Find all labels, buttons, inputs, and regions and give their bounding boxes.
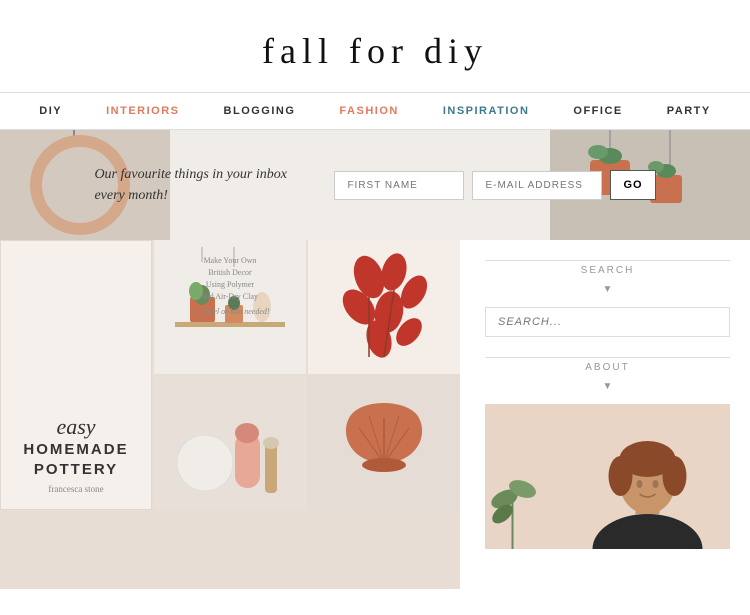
sidebar: SEARCH ▼ ABOUT ▼ <box>460 240 750 589</box>
shell-svg <box>324 383 444 503</box>
banner-form: GO <box>334 170 655 200</box>
first-name-input[interactable] <box>334 171 464 200</box>
banner-text: Our favourite things in your inbox every… <box>94 164 314 206</box>
nav-item-office[interactable]: OFFICE <box>551 105 644 117</box>
search-heading: SEARCH <box>485 265 730 276</box>
book-cover-cell: Make Your OwnBritish DecorUsing Polymera… <box>0 240 152 510</box>
ceramics-svg <box>170 383 290 503</box>
nav-item-fashion[interactable]: FASHION <box>317 105 420 117</box>
about-heading: ABOUT <box>485 362 730 373</box>
about-image <box>485 404 730 549</box>
sidebar-about-section: ABOUT ▼ <box>485 357 730 549</box>
book-author-label: francesca stone <box>48 484 103 494</box>
site-title: fall for diy <box>20 30 730 72</box>
about-divider <box>485 357 730 358</box>
nav-item-blogging[interactable]: BLOGGING <box>202 105 318 117</box>
search-input[interactable] <box>485 307 730 337</box>
site-header: fall for diy <box>0 0 750 92</box>
search-divider <box>485 260 730 261</box>
ceramics-cell <box>154 376 306 510</box>
nav-item-diy[interactable]: DIY <box>17 105 84 117</box>
shell-cell <box>308 376 460 510</box>
newsletter-banner: Our favourite things in your inbox every… <box>0 130 750 240</box>
nav-item-party[interactable]: PARTY <box>645 105 733 117</box>
main-content: Make Your OwnBritish DecorUsing Polymera… <box>0 240 750 589</box>
subscribe-button[interactable]: GO <box>610 170 655 200</box>
book-title: HOMEMADEPOTTERY <box>23 440 128 479</box>
about-person-svg <box>485 404 730 549</box>
nav-item-inspiration[interactable]: INSPIRATION <box>421 105 552 117</box>
book-easy-label: easy <box>56 414 95 440</box>
nav-item-interiors[interactable]: INTERIORS <box>84 105 201 117</box>
pottery-collage: Make Your OwnBritish DecorUsing Polymera… <box>0 240 460 510</box>
sidebar-search-section: SEARCH ▼ <box>485 260 730 337</box>
search-arrow: ▼ <box>485 284 730 295</box>
about-arrow: ▼ <box>485 381 730 392</box>
main-nav: DIY INTERIORS BLOGGING FASHION INSPIRATI… <box>0 92 750 130</box>
email-input[interactable] <box>472 171 602 200</box>
article-image[interactable]: Make Your OwnBritish DecorUsing Polymera… <box>0 240 460 589</box>
